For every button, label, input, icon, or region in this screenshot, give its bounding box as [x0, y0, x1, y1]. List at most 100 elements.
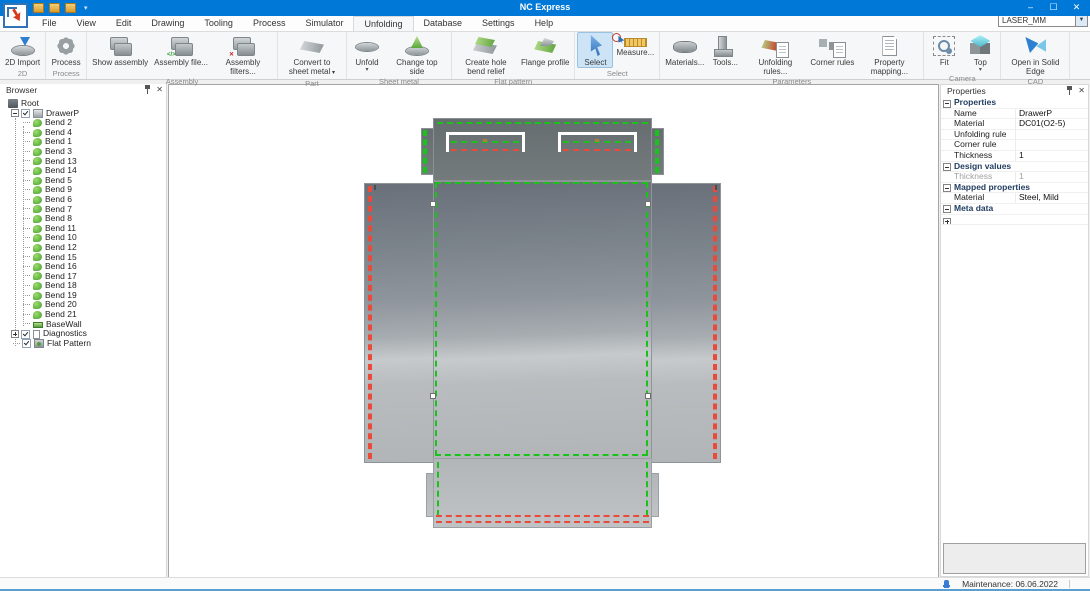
tree-item-bend-13[interactable]: Bend 13 — [0, 157, 166, 167]
bottom-flange-face[interactable] — [433, 458, 652, 528]
tree-item-bend-3[interactable]: Bend 3 — [0, 147, 166, 157]
assembly-filters-button[interactable]: ✕Assembly filters... — [211, 32, 275, 77]
tree-item-bend-18[interactable]: Bend 18 — [0, 281, 166, 291]
checkbox[interactable] — [22, 339, 31, 348]
unfolding-rules-button[interactable]: Unfolding rules... — [743, 32, 807, 77]
tree-item-bend-2[interactable]: Bend 2 — [0, 118, 166, 128]
property-value[interactable]: 1 — [1015, 172, 1088, 182]
top-button[interactable]: Top▾ — [962, 32, 998, 74]
maximize-button[interactable]: ☐ — [1042, 0, 1065, 16]
assembly-file-button[interactable]: </>Assembly file... — [151, 32, 211, 68]
viewport[interactable] — [168, 84, 939, 579]
checkbox[interactable] — [21, 109, 30, 118]
menu-tab-view[interactable]: View — [67, 16, 106, 31]
right-wing-face[interactable] — [651, 183, 721, 463]
collapse-box[interactable] — [943, 205, 951, 213]
tree-item-flat-pattern[interactable]: Flat Pattern — [0, 339, 166, 349]
property-value[interactable]: DC01(O2-5) — [1015, 119, 1088, 129]
convert-to-sheet-metal-button[interactable]: Convert to sheet metal — [280, 32, 344, 79]
bend-zone-line — [451, 149, 519, 151]
menu-tab-database[interactable]: Database — [414, 16, 473, 31]
property-value[interactable] — [1015, 140, 1088, 150]
unfold-button[interactable]: Unfold▾ — [349, 32, 385, 74]
select-button[interactable]: Select — [577, 32, 613, 68]
bend-grip-marker[interactable] — [430, 393, 436, 399]
close-button[interactable]: ✕ — [1065, 0, 1088, 16]
tree-item-bend-14[interactable]: Bend 14 — [0, 166, 166, 176]
property-group-design-values[interactable]: Design values — [941, 162, 1088, 173]
tree-item-bend-11[interactable]: Bend 11 — [0, 224, 166, 234]
tree-item-bend-17[interactable]: Bend 17 — [0, 272, 166, 282]
process-button[interactable]: Process — [48, 32, 84, 68]
close-panel-icon[interactable]: ✕ — [1078, 86, 1085, 95]
collapse-box[interactable] — [11, 109, 19, 117]
property-value[interactable]: 1 — [1015, 151, 1088, 161]
save-all-icon[interactable] — [49, 3, 60, 13]
tree-item-root[interactable]: Root — [0, 99, 166, 109]
checkbox[interactable] — [21, 330, 30, 339]
collapse-box[interactable] — [943, 184, 951, 192]
menu-tab-process[interactable]: Process — [243, 16, 296, 31]
tree-item-bend-9[interactable]: Bend 9 — [0, 185, 166, 195]
property-value[interactable]: DrawerP — [1015, 109, 1088, 119]
change-top-side-button[interactable]: Change top side — [385, 32, 449, 77]
tree-item-bend-4[interactable]: Bend 4 — [0, 128, 166, 138]
menu-tab-help[interactable]: Help — [525, 16, 564, 31]
button-label: Process — [51, 58, 81, 67]
menu-tab-drawing[interactable]: Drawing — [141, 16, 194, 31]
tree-item-bend-5[interactable]: Bend 5 — [0, 176, 166, 186]
bend-grip-marker[interactable] — [645, 393, 651, 399]
fit-button[interactable]: Fit — [926, 32, 962, 68]
tree-connector — [23, 160, 30, 162]
materials-button[interactable]: Materials... — [662, 32, 707, 68]
bottom-flange-right-notch[interactable] — [651, 473, 659, 517]
flat-pattern-icon — [34, 339, 44, 348]
tree-item-bend-20[interactable]: Bend 20 — [0, 300, 166, 310]
tree-item-bend-19[interactable]: Bend 19 — [0, 291, 166, 301]
property-mapping-button[interactable]: Property mapping... — [857, 32, 921, 77]
pin-icon[interactable] — [1066, 86, 1073, 95]
left-wing-face[interactable] — [364, 183, 434, 463]
create-hole-bend-relief-button[interactable]: Create hole bend relief — [454, 32, 518, 77]
qat-dropdown-caret[interactable]: ▾ — [84, 4, 88, 12]
menu-tab-edit[interactable]: Edit — [106, 16, 142, 31]
zoom-select-button[interactable] — [611, 32, 625, 44]
menu-tab-tooling[interactable]: Tooling — [194, 16, 243, 31]
property-group-properties[interactable]: Properties — [941, 98, 1088, 109]
bend-grip-marker[interactable] — [645, 201, 651, 207]
save-icon[interactable] — [33, 3, 44, 13]
open-in-solid-edge-button[interactable]: Open in Solid Edge — [1003, 32, 1067, 77]
property-value[interactable] — [1015, 130, 1088, 140]
chevron-down-icon[interactable]: ▼ — [1075, 15, 1087, 26]
minimize-button[interactable]: – — [1019, 0, 1042, 16]
expand-box[interactable] — [11, 330, 19, 338]
tree-item-bend-1[interactable]: Bend 1 — [0, 137, 166, 147]
tree-item-bend-21[interactable]: Bend 21 — [0, 310, 166, 320]
tree-item-drawerp[interactable]: DrawerP — [0, 109, 166, 119]
tree-item-bend-12[interactable]: Bend 12 — [0, 243, 166, 253]
collapse-box[interactable] — [943, 163, 951, 171]
property-value[interactable]: Steel, Mild — [1015, 193, 1088, 203]
show-assembly-button[interactable]: Show assembly — [89, 32, 151, 68]
tree-item-bend-10[interactable]: Bend 10 — [0, 233, 166, 243]
flange-profile-button[interactable]: Flange profile — [518, 32, 572, 68]
2d-import-button[interactable]: 2D Import — [2, 32, 43, 68]
corner-rules-button[interactable]: Corner rules — [807, 32, 857, 68]
tools-button[interactable]: Tools... — [707, 32, 743, 68]
tree-item-bend-16[interactable]: Bend 16 — [0, 262, 166, 272]
collapse-box[interactable] — [943, 100, 951, 108]
property-group-mapped-properties[interactable]: Mapped properties — [941, 183, 1088, 194]
bend-grip-marker[interactable] — [430, 201, 436, 207]
tree-item-bend-7[interactable]: Bend 7 — [0, 205, 166, 215]
tree-item-bend-6[interactable]: Bend 6 — [0, 195, 166, 205]
menu-tab-file[interactable]: File — [32, 16, 67, 31]
bottom-flange-left-notch[interactable] — [426, 473, 434, 517]
tree-item-bend-8[interactable]: Bend 8 — [0, 214, 166, 224]
property-group-meta-data[interactable]: Meta data — [941, 204, 1088, 215]
expand-box[interactable] — [943, 218, 951, 226]
menu-tab-settings[interactable]: Settings — [472, 16, 525, 31]
menu-tab-simulator[interactable]: Simulator — [295, 16, 353, 31]
menu-tab-unfolding[interactable]: Unfolding — [353, 16, 413, 31]
save-copy-icon[interactable] — [65, 3, 76, 13]
tree-item-bend-15[interactable]: Bend 15 — [0, 253, 166, 263]
